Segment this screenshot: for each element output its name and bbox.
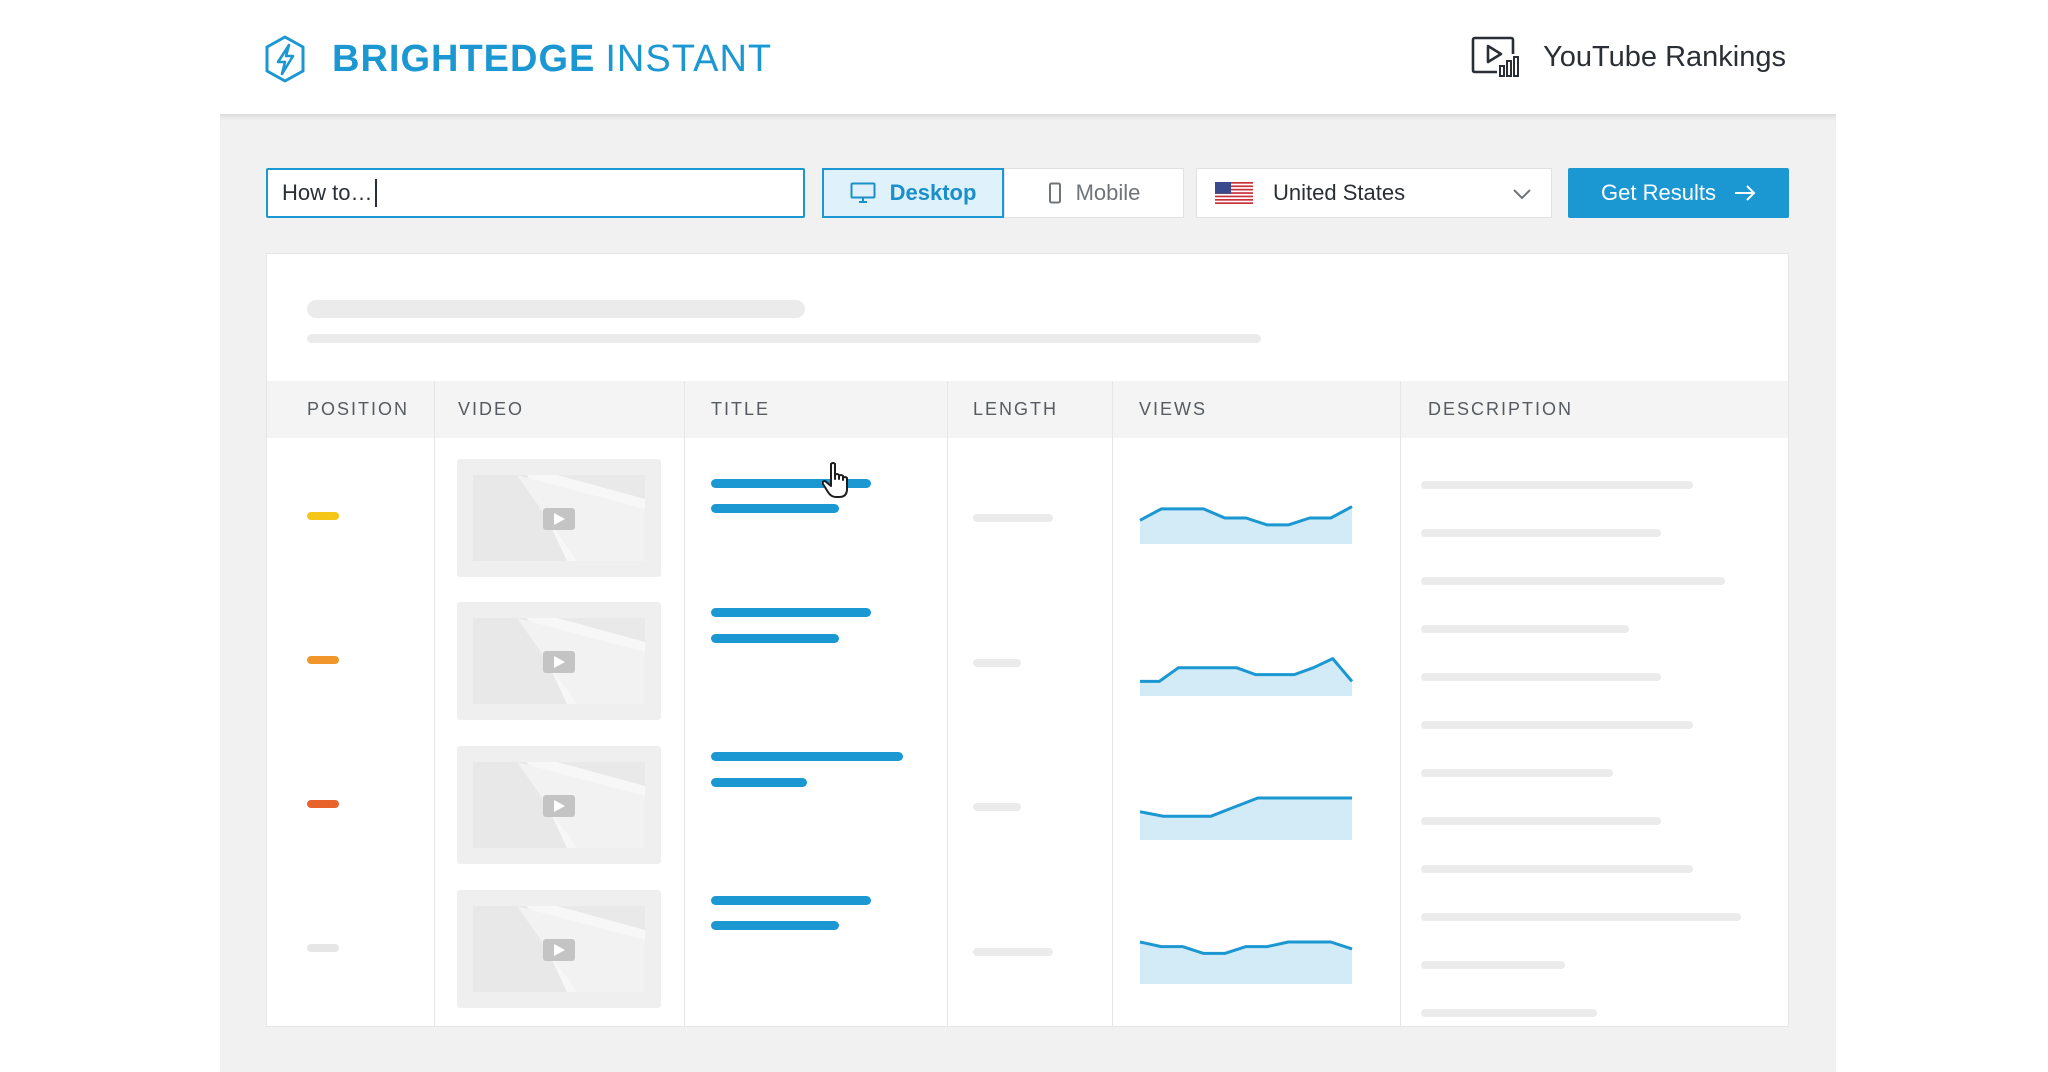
brand-name-light: INSTANT: [605, 38, 773, 80]
column-header-description[interactable]: DESCRIPTION: [1428, 381, 1573, 438]
video-title-placeholder[interactable]: [711, 921, 839, 930]
country-select-value: United States: [1273, 180, 1406, 205]
views-sparkline: [1140, 657, 1353, 696]
column-divider: [947, 381, 948, 1026]
device-toggle-desktop[interactable]: Desktop: [822, 168, 1004, 218]
views-sparkline: [1139, 796, 1352, 840]
column-header-title[interactable]: TITLE: [711, 381, 770, 438]
chevron-down-icon: [1513, 189, 1531, 200]
column-divider: [684, 381, 685, 1026]
sparkline-area: [1140, 942, 1352, 984]
get-results-button[interactable]: Get Results: [1568, 168, 1789, 218]
column-header-length[interactable]: LENGTH: [973, 381, 1058, 438]
column-divider: [434, 381, 435, 1026]
hand-pointer-cursor-icon: [822, 462, 848, 498]
us-flag-icon: [1215, 182, 1253, 204]
search-input-value: How to…: [282, 180, 373, 205]
sparkline-area: [1140, 798, 1352, 840]
device-toggle-mobile-label: Mobile: [1075, 180, 1141, 205]
video-length-placeholder: [973, 659, 1021, 667]
video-thumbnail[interactable]: [457, 890, 661, 1008]
video-length-placeholder: [973, 948, 1053, 956]
mobile-icon: [1048, 182, 1061, 204]
lightning-hexagon-icon: [265, 35, 305, 83]
video-placeholder-image: [473, 475, 645, 561]
position-indicator: [307, 800, 339, 808]
column-header-video[interactable]: VIDEO: [458, 381, 524, 438]
video-placeholder-image: [473, 762, 645, 848]
position-indicator: [307, 656, 339, 664]
video-thumbnail[interactable]: [457, 602, 661, 720]
description-placeholder: [1421, 1009, 1597, 1017]
country-select[interactable]: United States: [1196, 168, 1552, 218]
brand-logo[interactable]: BRIGHTEDGE INSTANT: [262, 34, 772, 84]
description-placeholder: [1421, 529, 1661, 537]
description-placeholder: [1421, 577, 1725, 585]
description-placeholder: [1421, 673, 1661, 681]
tool-title: YouTube Rankings: [1471, 36, 1786, 78]
video-placeholder-image: [473, 618, 645, 704]
video-title-placeholder[interactable]: [711, 778, 807, 787]
description-placeholder: [1421, 625, 1629, 633]
table-header: POSITION VIDEO TITLE LENGTH VIEWS DESCRI…: [267, 381, 1788, 438]
column-header-position[interactable]: POSITION: [307, 381, 409, 438]
description-placeholder: [1421, 481, 1693, 489]
description-placeholder: [1421, 769, 1613, 777]
views-sparkline: [1139, 940, 1353, 984]
text-caret: [375, 179, 378, 207]
app-header: BRIGHTEDGE INSTANT YouTube Rankings: [0, 0, 2048, 114]
video-length-placeholder: [973, 514, 1053, 522]
video-thumbnail[interactable]: [457, 746, 661, 864]
description-placeholder: [1421, 721, 1693, 729]
summary-title-placeholder: [307, 300, 805, 318]
search-input[interactable]: How to…: [266, 168, 805, 218]
position-indicator: [307, 512, 339, 520]
desktop-icon: [850, 182, 876, 203]
description-placeholder: [1421, 817, 1661, 825]
video-title-placeholder[interactable]: [711, 752, 903, 761]
summary-subtitle-placeholder: [307, 334, 1261, 343]
brand-name: BRIGHTEDGE INSTANT: [332, 34, 772, 84]
video-title-placeholder[interactable]: [711, 896, 871, 905]
video-title-placeholder[interactable]: [711, 504, 839, 513]
position-indicator: [307, 944, 339, 952]
video-title-placeholder[interactable]: [711, 634, 839, 643]
column-header-views[interactable]: VIEWS: [1139, 381, 1207, 438]
column-divider: [1400, 381, 1401, 1026]
column-divider: [1112, 381, 1113, 1026]
video-placeholder-image: [473, 906, 645, 992]
video-chart-icon: [1471, 36, 1520, 77]
brand-name-bold: BRIGHTEDGE: [332, 38, 596, 80]
results-card: POSITION VIDEO TITLE LENGTH VIEWS DESCRI…: [266, 253, 1789, 1027]
views-sparkline: [1139, 505, 1353, 544]
device-toggle-mobile[interactable]: Mobile: [1004, 168, 1184, 218]
arrow-right-icon: [1734, 185, 1756, 201]
video-title-placeholder[interactable]: [711, 608, 871, 617]
description-placeholder: [1421, 961, 1565, 969]
description-placeholder: [1421, 913, 1741, 921]
video-thumbnail[interactable]: [457, 459, 661, 577]
get-results-label: Get Results: [1601, 180, 1716, 205]
sparkline-area: [1140, 506, 1352, 544]
device-toggle-desktop-label: Desktop: [889, 180, 977, 205]
video-length-placeholder: [973, 803, 1021, 811]
tool-title-label: YouTube Rankings: [1543, 41, 1786, 73]
description-placeholder: [1421, 865, 1693, 873]
